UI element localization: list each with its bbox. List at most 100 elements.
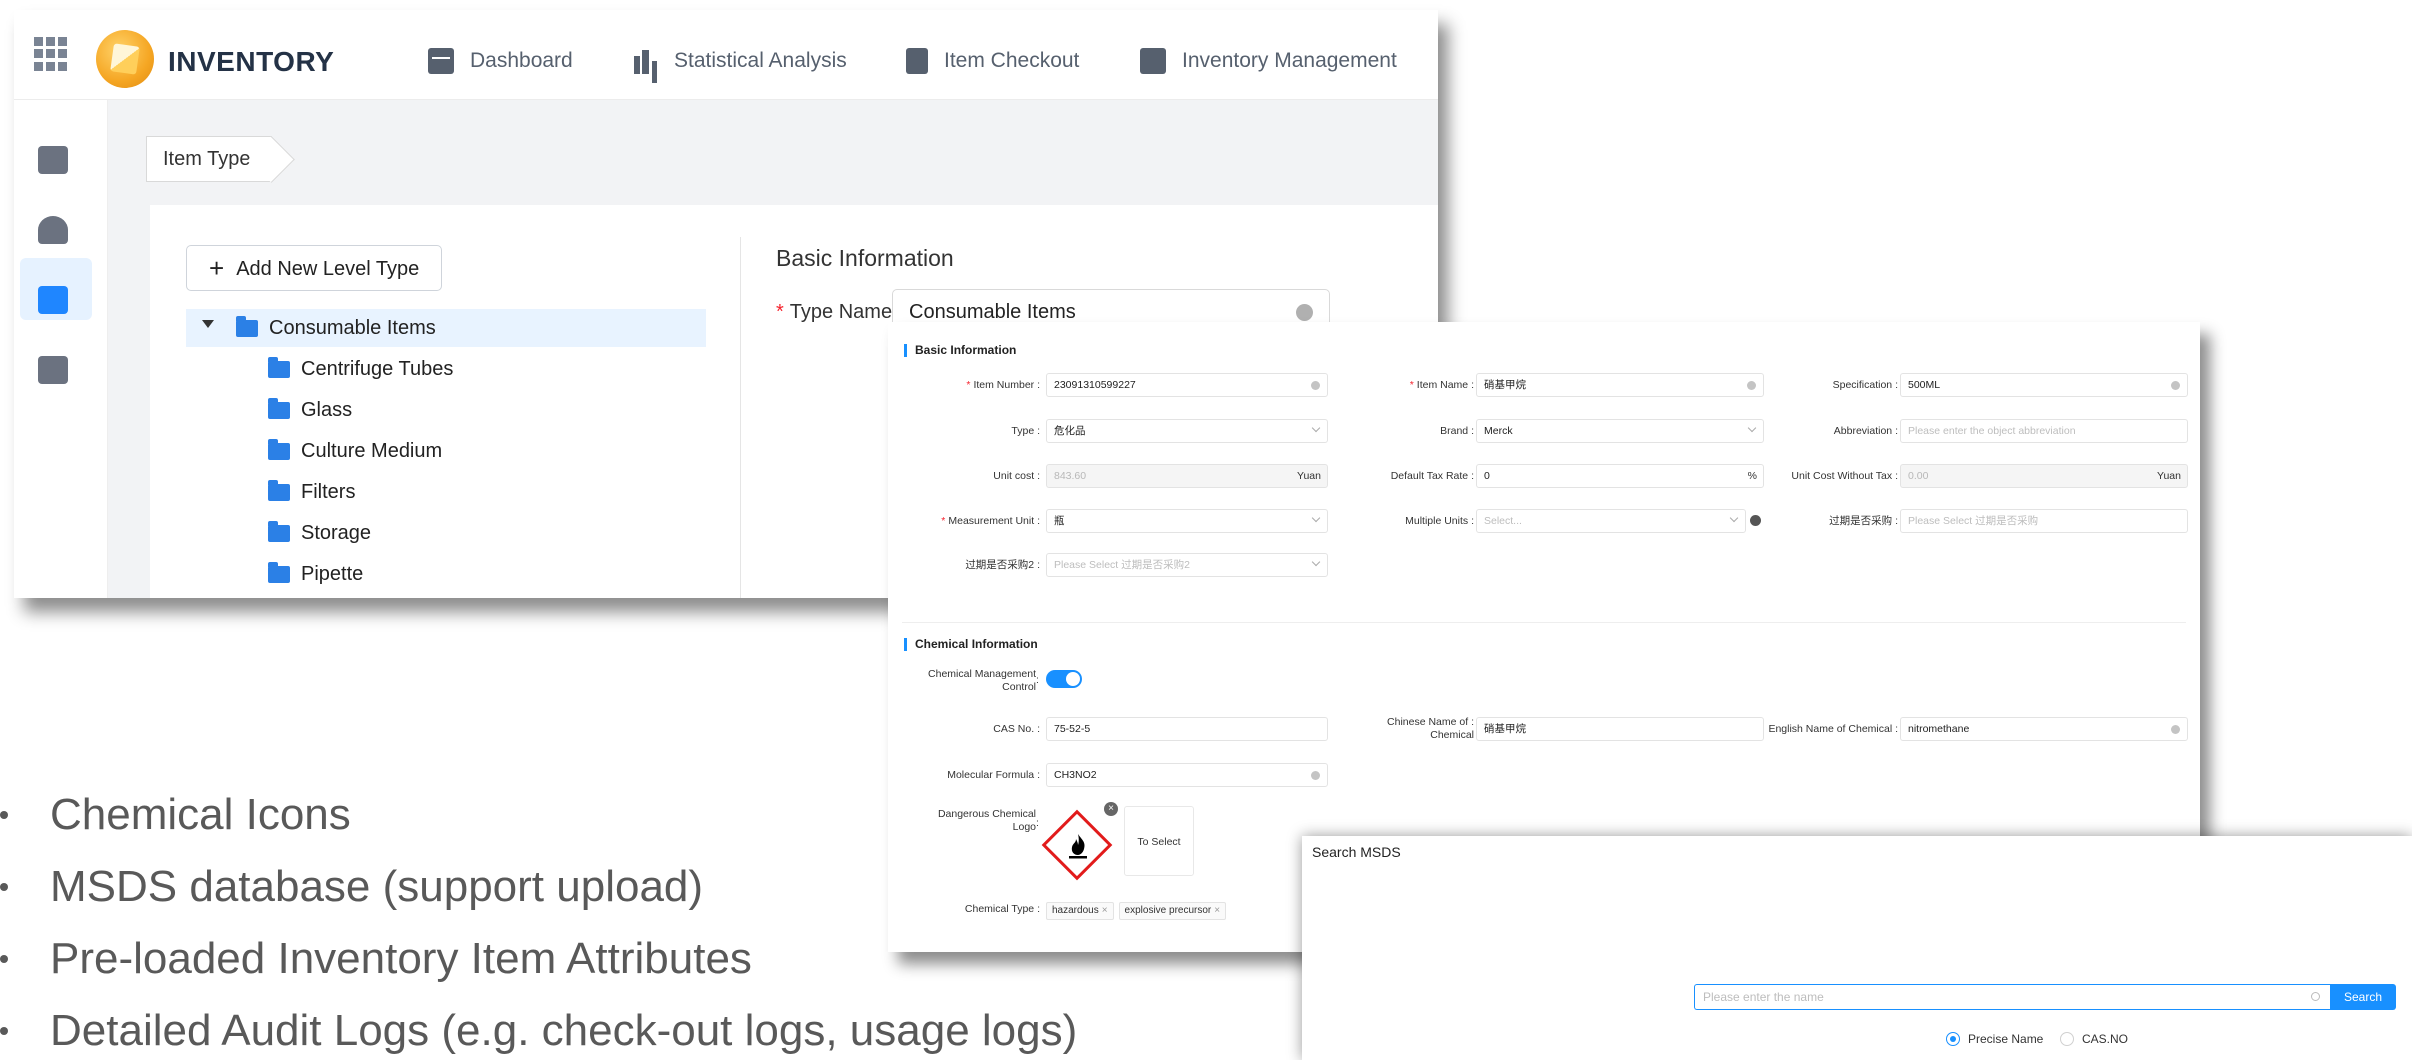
- dangerous-chemical-logo-label: Dangerous Chemical Logo: [937, 808, 1036, 833]
- bullet-dot-icon: [0, 811, 8, 819]
- folder-icon: [268, 398, 290, 419]
- type-name-value: Consumable Items: [909, 301, 1076, 323]
- feature-bullet: Detailed Audit Logs (e.g. check-out logs…: [0, 1006, 1077, 1056]
- default-tax-rate-field[interactable]: 0%: [1476, 464, 1764, 488]
- tree-node-label: Storage: [301, 522, 372, 544]
- remove-logo-icon[interactable]: ×: [1104, 802, 1118, 816]
- checkout-icon: [906, 48, 928, 74]
- specification-field[interactable]: 500ML: [1900, 373, 2188, 397]
- unit-cost-without-tax-field: 0.00 Yuan: [1900, 464, 2188, 488]
- type-select[interactable]: 危化品: [1046, 419, 1328, 443]
- app-grid-icon[interactable]: [34, 37, 68, 71]
- item-type-icon[interactable]: [38, 286, 68, 314]
- star-badge-icon[interactable]: [38, 216, 68, 244]
- msds-search-input[interactable]: Please enter the name: [1694, 984, 2330, 1010]
- search-msds-dialog: Search MSDS Please enter the name Search…: [1302, 836, 2412, 1060]
- tree-node[interactable]: Culture Medium: [268, 439, 442, 463]
- chevron-down-icon: [1729, 513, 1739, 523]
- nav-item-checkout[interactable]: Item Checkout: [906, 48, 1079, 74]
- bullet-dot-icon: [0, 955, 8, 963]
- unit-cost-without-tax-suffix: Yuan: [2157, 470, 2181, 482]
- measurement-unit-label: * Measurement Unit :: [941, 515, 1040, 527]
- statistics-icon: [632, 48, 658, 74]
- chemical-type-tag[interactable]: explosive precursor ×: [1118, 902, 1227, 920]
- bullet-dot-icon: [0, 883, 8, 891]
- clear-icon[interactable]: [2171, 725, 2180, 734]
- info-icon[interactable]: [1750, 515, 1761, 526]
- bullet-dot-icon: [0, 1027, 8, 1035]
- abbreviation-label: Abbreviation :: [1833, 425, 1898, 437]
- nav-dashboard-label: Dashboard: [470, 49, 573, 72]
- tree-node-root[interactable]: Consumable Items: [236, 316, 436, 340]
- folder-icon: [268, 357, 290, 378]
- radio-precise-name[interactable]: Precise Name: [1946, 1032, 2043, 1046]
- unit-cost-label: Unit cost :: [993, 470, 1040, 482]
- tree-node[interactable]: Filters: [268, 480, 355, 504]
- msds-search-button[interactable]: Search: [2330, 984, 2396, 1010]
- default-tax-rate-label: Default Tax Rate :: [1390, 470, 1474, 482]
- chemical-type-tag[interactable]: hazardous ×: [1046, 902, 1114, 920]
- cas-no-field[interactable]: 75-52-5: [1046, 717, 1328, 741]
- chemical-type-tags[interactable]: hazardous × explosive precursor ×: [1046, 900, 1231, 920]
- breadcrumb-item-type[interactable]: Item Type: [146, 136, 273, 182]
- folder-icon: [236, 316, 258, 337]
- items-icon[interactable]: [38, 146, 68, 174]
- feature-bullet: Chemical Icons: [0, 790, 351, 840]
- english-name-label: English Name of Chemical :: [1768, 723, 1898, 735]
- molecular-formula-field[interactable]: CH3NO2: [1046, 763, 1328, 787]
- add-new-level-type-button[interactable]: + Add New Level Type: [186, 245, 443, 291]
- clear-icon[interactable]: [1747, 381, 1756, 390]
- tree-node[interactable]: Pipette: [268, 562, 363, 586]
- molecular-formula-label: Molecular Formula :: [947, 769, 1040, 781]
- chinese-name-field[interactable]: 硝基甲烷: [1476, 717, 1764, 741]
- item-number-field[interactable]: 23091310599227: [1046, 373, 1328, 397]
- multiple-units-label: Multiple Units :: [1405, 515, 1474, 527]
- section-divider: [902, 622, 2186, 623]
- msds-search-placeholder: Please enter the name: [1703, 990, 1824, 1004]
- remove-tag-icon: ×: [1214, 905, 1221, 916]
- radio-cas-no[interactable]: CAS.NO: [2060, 1032, 2128, 1046]
- search-msds-title: Search MSDS: [1312, 844, 1401, 860]
- caret-down-icon[interactable]: [202, 320, 214, 328]
- add-button-label: Add New Level Type: [236, 258, 420, 280]
- expired-purchase-label: 过期是否采购 :: [1829, 515, 1898, 527]
- inventory-management-icon: [1140, 48, 1166, 74]
- brand-label: Brand :: [1440, 425, 1474, 437]
- nav-inventory-management[interactable]: Inventory Management: [1140, 48, 1397, 74]
- measurement-unit-select[interactable]: 瓶: [1046, 509, 1328, 533]
- expired-purchase2-select[interactable]: Please Select 过期是否采购2: [1046, 553, 1328, 577]
- feature-text: Chemical Icons: [50, 790, 351, 839]
- tree-node-label: Centrifuge Tubes: [301, 358, 454, 380]
- to-select-button[interactable]: To Select: [1124, 806, 1194, 876]
- top-navigation-bar: INVENTORY Dashboard Statistical Analysis…: [14, 10, 1438, 100]
- plus-icon: +: [209, 253, 225, 283]
- radio-unselected-icon: [2060, 1032, 2074, 1046]
- nav-dashboard[interactable]: Dashboard: [428, 48, 573, 74]
- abbreviation-input[interactable]: Please enter the object abbreviation: [1900, 419, 2188, 443]
- label-colon: :: [1036, 674, 1039, 686]
- tree-node[interactable]: Storage: [268, 521, 372, 545]
- chemical-management-control-label: Chemical Management Control: [928, 668, 1036, 693]
- tree-node[interactable]: Glass: [268, 398, 352, 422]
- chemical-management-toggle[interactable]: [1046, 670, 1082, 688]
- chevron-down-icon: [1311, 557, 1321, 567]
- tree-node[interactable]: Centrifuge Tubes: [268, 357, 454, 381]
- type-name-label: *Type Name :: [776, 301, 903, 323]
- folder-icon: [268, 562, 290, 583]
- expired-purchase-select[interactable]: Please Select 过期是否采购: [1900, 509, 2188, 533]
- tax-rate-suffix: %: [1747, 470, 1757, 482]
- brand-select[interactable]: Merck: [1476, 419, 1764, 443]
- nav-statistical-analysis[interactable]: Statistical Analysis: [632, 48, 847, 74]
- chemical-information-section-title: Chemical Information: [904, 638, 1038, 651]
- specification-label: Specification :: [1832, 379, 1898, 391]
- folder-icon: [268, 480, 290, 501]
- item-name-field[interactable]: 硝基甲烷: [1476, 373, 1764, 397]
- chinese-name-label: Chinese Name of : Chemical: [1387, 716, 1474, 741]
- feature-text: Detailed Audit Logs (e.g. check-out logs…: [50, 1006, 1078, 1055]
- multiple-units-select[interactable]: Select...: [1476, 509, 1746, 533]
- clear-icon[interactable]: [2171, 381, 2180, 390]
- english-name-field[interactable]: nitromethane: [1900, 717, 2188, 741]
- clear-icon[interactable]: [1296, 304, 1313, 321]
- clear-icon[interactable]: [1311, 771, 1320, 780]
- truck-settings-icon[interactable]: [38, 356, 68, 384]
